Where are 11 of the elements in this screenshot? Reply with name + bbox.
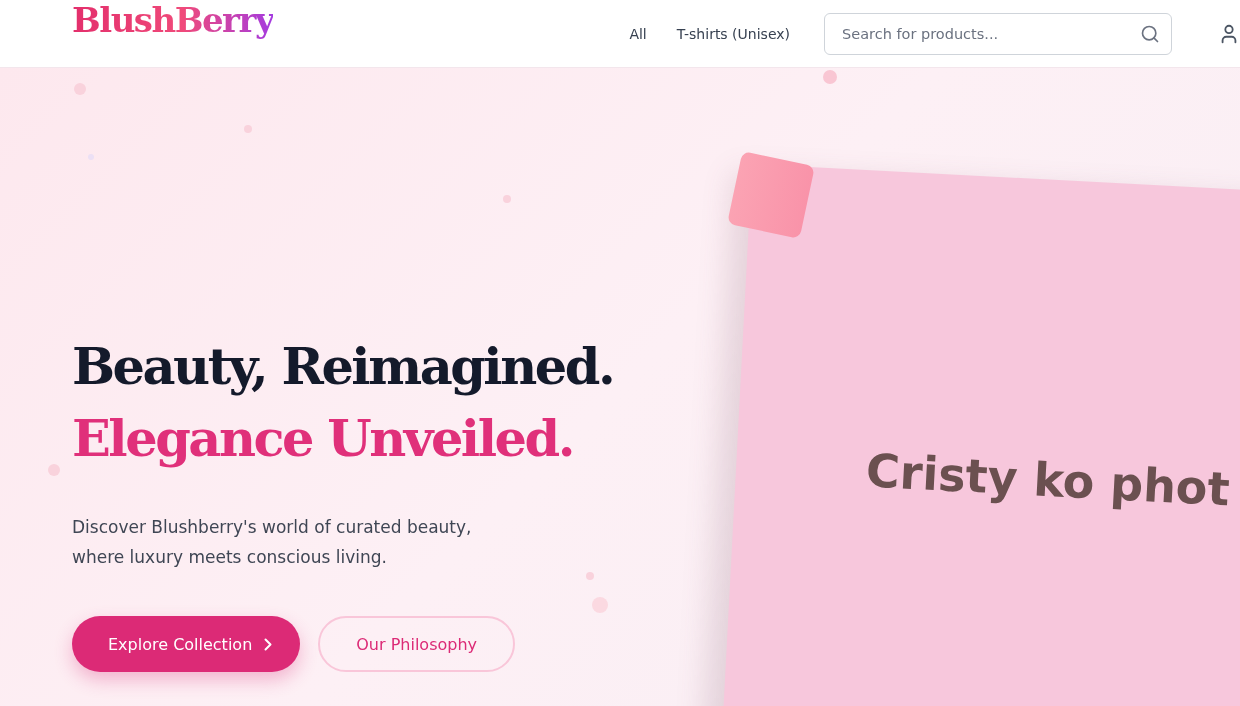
search-icon[interactable] [1140,23,1160,44]
nav-link[interactable]: T-shirts (Unisex) [676,25,790,42]
nav-link[interactable]: All [629,25,647,42]
philosophy-button[interactable]: Our Philosophy [318,616,516,672]
hero-headline: Beauty, Reimagined. [72,335,615,398]
chevron-icon [264,637,273,651]
image-caption: Cristy ko phot [864,443,1231,517]
hero-subheadline: Elegance Unveiled. [72,407,574,470]
search-field[interactable]: Search for products... [824,12,1172,55]
explore-button[interactable]: Explore Collection [72,616,301,672]
hero-description: Discover Blushberry's world of curated beauty, where luxury meets conscious living. [72,516,473,569]
